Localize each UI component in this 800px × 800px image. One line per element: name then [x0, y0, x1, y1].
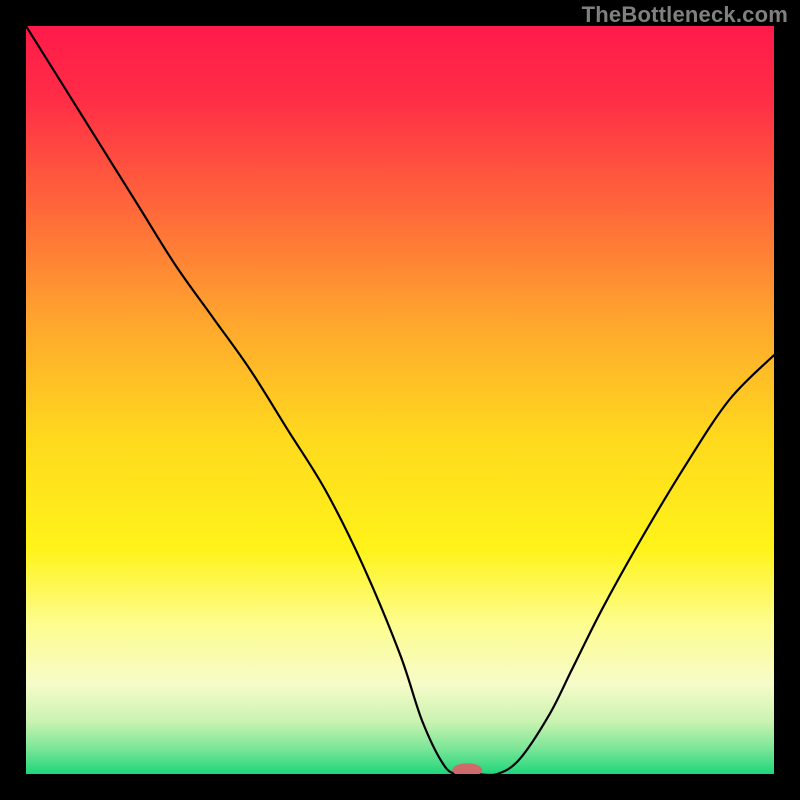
bottleneck-chart [26, 26, 774, 774]
watermark-text: TheBottleneck.com [582, 2, 788, 28]
chart-frame: TheBottleneck.com [0, 0, 800, 800]
gradient-background [26, 26, 774, 774]
plot-area [26, 26, 774, 774]
